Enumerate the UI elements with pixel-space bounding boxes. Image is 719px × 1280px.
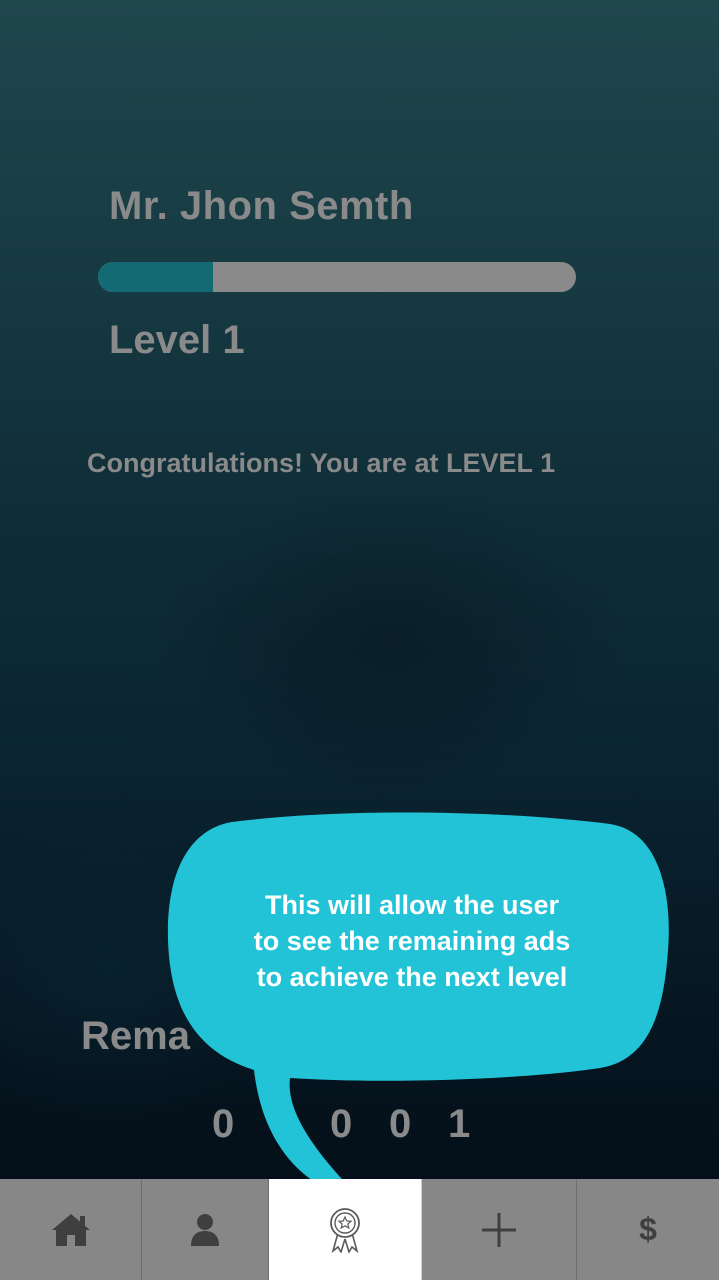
plus-icon <box>482 1212 516 1247</box>
counter-digit: 0 <box>271 1102 294 1146</box>
level-progress-fill <box>98 262 213 292</box>
tab-earnings[interactable]: $ <box>577 1179 719 1280</box>
counter-digit: 0 <box>389 1102 412 1146</box>
tab-profile[interactable] <box>142 1179 269 1280</box>
congratulations-message: Congratulations! You are at LEVEL 1 <box>87 448 556 478</box>
remaining-ads-label: Rema <box>81 1014 190 1058</box>
award-ribbon-icon <box>330 1207 360 1253</box>
level-screen: Mr. Jhon Semth Level 1 Congratulations! … <box>0 0 719 1280</box>
remaining-ads-counter: 0 0 0 0 1 <box>212 1102 507 1147</box>
tooltip-line: to achieve the next level <box>256 962 568 992</box>
tooltip-text: This will allow the user to see the rema… <box>212 887 612 995</box>
tab-levels[interactable] <box>269 1179 422 1280</box>
bottom-tab-bar: $ <box>0 1179 719 1280</box>
level-progress-bar <box>98 262 576 292</box>
background-shade <box>150 480 630 800</box>
user-icon <box>191 1213 219 1246</box>
counter-digit: 1 <box>448 1102 471 1146</box>
tooltip-line: This will allow the user <box>264 890 560 920</box>
tooltip-line: to see the remaining ads <box>253 926 571 956</box>
counter-digit: 0 <box>330 1102 353 1146</box>
tab-add[interactable] <box>422 1179 577 1280</box>
dollar-icon: $ <box>639 1211 657 1247</box>
home-icon <box>51 1213 90 1246</box>
counter-digit: 0 <box>212 1102 235 1146</box>
user-name: Mr. Jhon Semth <box>109 184 414 228</box>
level-label: Level 1 <box>109 318 245 362</box>
tab-home[interactable] <box>0 1179 142 1280</box>
